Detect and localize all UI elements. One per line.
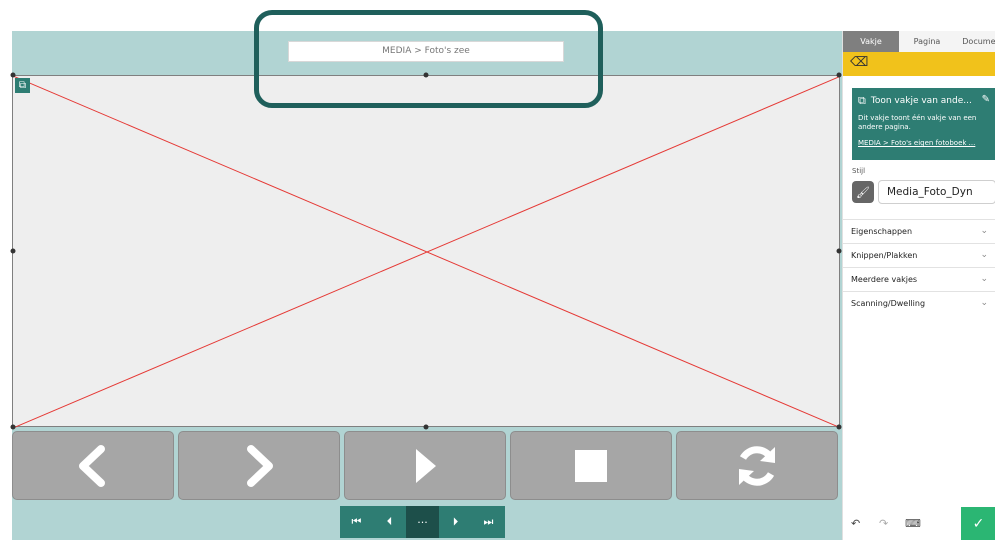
style-label: Stijl <box>852 167 866 175</box>
more-icon[interactable]: ··· <box>406 506 439 538</box>
info-title: Toon vakje van ande... <box>870 96 972 106</box>
section-label: Knippen/Plakken <box>851 251 918 260</box>
section-label: Scanning/Dwelling <box>851 299 926 308</box>
section-eigenschappen[interactable]: Eigenschappen ⌄ <box>843 219 995 243</box>
chevron-down-icon: ⌄ <box>980 274 988 284</box>
source-cell-link[interactable]: MEDIA > Foto's eigen fotoboek ... <box>858 139 990 147</box>
play-icon <box>416 448 436 483</box>
resize-handle[interactable] <box>836 424 842 430</box>
previous-button[interactable] <box>12 431 174 500</box>
resize-handle[interactable] <box>10 72 16 78</box>
section-scanning-dwelling[interactable]: Scanning/Dwelling ⌄ <box>843 291 995 315</box>
section-meerdere-vakjes[interactable]: Meerdere vakjes ⌄ <box>843 267 995 291</box>
section-label: Eigenschappen <box>851 227 913 236</box>
next-page-icon[interactable]: ⏵ <box>439 506 472 538</box>
resize-handle[interactable] <box>836 72 842 78</box>
section-knippen-plakken[interactable]: Knippen/Plakken ⌄ <box>843 243 995 267</box>
resize-handle[interactable] <box>10 424 16 430</box>
info-title-row: ⧉ Toon vakje van ande... ✎ <box>858 94 990 108</box>
refresh-icon <box>739 445 775 486</box>
stop-icon <box>575 449 607 482</box>
previous-page-icon[interactable]: ⏴ <box>373 506 406 538</box>
next-button[interactable] <box>178 431 340 500</box>
resize-handle[interactable] <box>423 424 429 430</box>
properties-sidebar: Vakje Pagina Document ⌫ ⧉ Toon vakje van… <box>842 31 995 540</box>
sidebar-footer: ↶ ↷ ⌨ ✓ <box>843 507 995 540</box>
chevron-left-icon <box>79 444 105 487</box>
pencil-icon[interactable]: ✎ <box>982 94 990 105</box>
redo-icon[interactable]: ↷ <box>879 517 888 530</box>
sidebar-tabs: Vakje Pagina Document <box>843 31 995 52</box>
chevron-down-icon: ⌄ <box>980 298 988 308</box>
chevron-down-icon: ⌄ <box>980 226 988 236</box>
chevron-right-icon <box>247 444 273 487</box>
linked-cell[interactable] <box>12 75 841 428</box>
first-page-icon[interactable]: ⏮ <box>340 506 373 538</box>
tab-pagina[interactable]: Pagina <box>899 31 955 52</box>
resize-handle[interactable] <box>836 248 842 254</box>
resize-handle[interactable] <box>10 248 16 254</box>
stop-button[interactable] <box>510 431 672 500</box>
tab-document[interactable]: Document <box>955 31 995 52</box>
undo-icon[interactable]: ↶ <box>851 517 860 530</box>
info-description: Dit vakje toont één vakje van een andere… <box>858 114 977 131</box>
linked-cell-icon: ⧉ <box>858 94 866 107</box>
linked-cell-icon: ⧉ <box>15 78 30 93</box>
linked-cell-info: ⧉ Toon vakje van ande... ✎ Dit vakje too… <box>852 88 995 160</box>
resize-handle[interactable] <box>423 72 429 78</box>
page-navigator: ⏮ ⏴ ··· ⏵ ⏭ <box>340 506 505 538</box>
keyboard-icon[interactable]: ⌨ <box>905 517 921 530</box>
section-label: Meerdere vakjes <box>851 275 918 284</box>
tool-bar: ⌫ <box>843 52 995 76</box>
cell-name-field[interactable]: MEDIA > Foto's zee <box>288 41 564 62</box>
chevron-down-icon: ⌄ <box>980 250 988 260</box>
eraser-icon[interactable]: ⌫ <box>850 55 868 70</box>
empty-cell-cross <box>13 76 841 428</box>
tab-vakje[interactable]: Vakje <box>843 31 899 52</box>
last-page-icon[interactable]: ⏭ <box>472 506 505 538</box>
confirm-button[interactable]: ✓ <box>961 507 995 540</box>
refresh-button[interactable] <box>676 431 838 500</box>
style-field[interactable]: Media_Foto_Dyn <box>878 180 995 204</box>
brush-icon[interactable]: 🖌 <box>852 181 874 203</box>
play-button[interactable] <box>344 431 506 500</box>
check-icon: ✓ <box>972 515 985 532</box>
